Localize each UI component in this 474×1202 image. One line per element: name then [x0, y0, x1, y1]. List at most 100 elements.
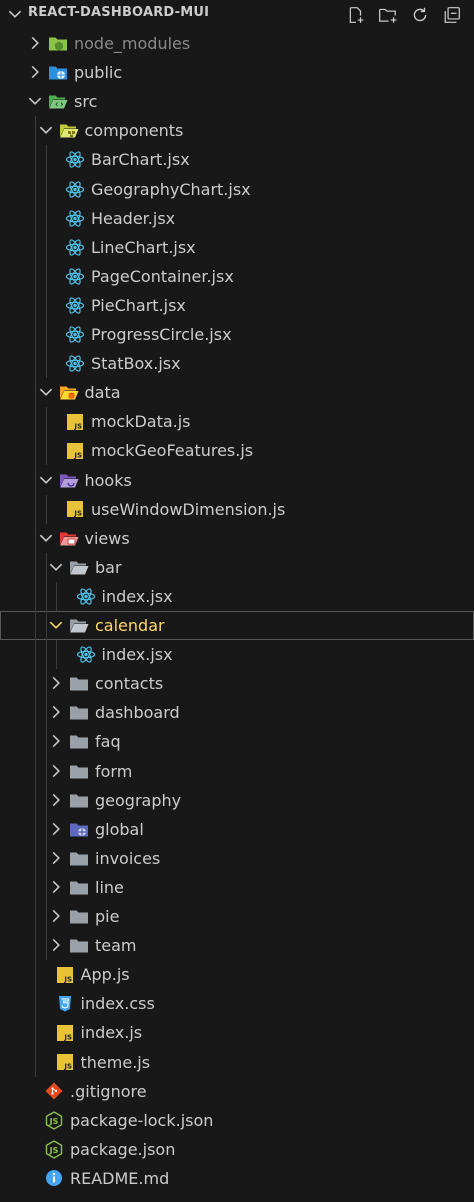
chevron-down-icon[interactable] — [37, 383, 55, 401]
explorer-title: REACT-DASHBOARD-MUI — [28, 5, 210, 20]
tree-item-label: mockGeoFeatures.js — [91, 441, 254, 461]
tree-file-mockgeofeatures-js[interactable]: JS mockGeoFeatures.js — [0, 436, 474, 465]
tree-file-index-css[interactable]: index.css — [0, 989, 474, 1018]
chevron-right-icon[interactable] — [26, 63, 44, 81]
indent-guide — [45, 494, 47, 524]
refresh-icon[interactable] — [408, 4, 432, 26]
javascript-icon: JS — [55, 965, 75, 984]
chevron-right-icon[interactable] — [47, 762, 65, 780]
chevron-right-icon[interactable] — [47, 907, 65, 925]
tree-folder-node-modules[interactable]: node_modules — [0, 29, 474, 58]
file-explorer: REACT-DASHBOARD-MUI node_modulespublic sr… — [0, 0, 474, 1202]
chevron-right-icon[interactable] — [47, 791, 65, 809]
tree-file-package-lock-json[interactable]: JS package-lock.json — [0, 1106, 474, 1135]
tree-folder-pie[interactable]: pie — [0, 902, 474, 931]
tree-folder-src[interactable]: src — [0, 87, 474, 116]
tree-file-index-jsx[interactable]: index.jsx — [0, 582, 474, 611]
tree-item-label: data — [84, 383, 121, 403]
chevron-down-icon[interactable] — [37, 471, 55, 489]
chevron-right-icon[interactable] — [47, 849, 65, 867]
tree-folder-global[interactable]: global — [0, 815, 474, 844]
folder-icon — [69, 732, 89, 751]
tree-file-header-jsx[interactable]: Header.jsx — [0, 204, 474, 233]
tree-item-label: components — [84, 121, 184, 141]
chevron-right-icon[interactable] — [47, 820, 65, 838]
react-icon — [76, 645, 96, 664]
tree-folder-contacts[interactable]: contacts — [0, 669, 474, 698]
chevron-right-icon[interactable] — [47, 703, 65, 721]
tree-file-piechart-jsx[interactable]: PieChart.jsx — [0, 291, 474, 320]
tree-file-theme-js[interactable]: JS theme.js — [0, 1048, 474, 1077]
tree-file-linechart-jsx[interactable]: LineChart.jsx — [0, 233, 474, 262]
tree-folder-views[interactable]: views — [0, 524, 474, 553]
tree-item-label: index.css — [80, 994, 155, 1014]
folder-open-icon — [69, 616, 89, 635]
tree-folder-line[interactable]: line — [0, 873, 474, 902]
collapse-all-icon[interactable] — [440, 4, 464, 26]
chevron-right-icon[interactable] — [47, 674, 65, 692]
tree-folder-hooks[interactable]: hooks — [0, 466, 474, 495]
chevron-down-icon[interactable] — [47, 616, 65, 634]
chevron-down-icon[interactable] — [37, 529, 55, 547]
tree-file-usewindowdimension-js[interactable]: JS useWindowDimension.js — [0, 495, 474, 524]
tree-item-label: views — [84, 528, 130, 548]
tree-file-readme-md[interactable]: README.md — [0, 1164, 474, 1193]
tree-file-progresscircle-jsx[interactable]: ProgressCircle.jsx — [0, 320, 474, 349]
indent-guide — [45, 407, 47, 466]
chevron-down-icon[interactable] — [37, 121, 55, 139]
tree-folder-calendar[interactable]: calendar — [0, 611, 474, 641]
tree-file-pagecontainer-jsx[interactable]: PageContainer.jsx — [0, 262, 474, 291]
tree-item-label: ProgressCircle.jsx — [91, 325, 232, 344]
tree-file-geographychart-jsx[interactable]: GeographyChart.jsx — [0, 175, 474, 204]
new-file-icon[interactable] — [344, 4, 368, 26]
tree-file-mockdata-js[interactable]: JS mockData.js — [0, 407, 474, 436]
chevron-right-icon[interactable] — [26, 34, 44, 52]
tree-folder-team[interactable]: team — [0, 931, 474, 960]
tree-file-index-jsx[interactable]: index.jsx — [0, 640, 474, 669]
tree-folder-invoices[interactable]: invoices — [0, 844, 474, 873]
chevron-down-icon[interactable] — [26, 92, 44, 110]
explorer-actions — [344, 4, 464, 26]
nodejs-icon: JS — [44, 1110, 64, 1130]
node-modules-folder-icon — [48, 34, 68, 53]
tree-item-label: faq — [95, 732, 121, 752]
javascript-icon: JS — [65, 441, 85, 460]
tree-item-label: node_modules — [74, 34, 191, 53]
tree-item-label: App.js — [80, 965, 130, 985]
nodejs-icon: JS — [44, 1139, 64, 1159]
tree-folder-data[interactable]: data — [0, 378, 474, 407]
svg-text:JS: JS — [49, 1146, 59, 1155]
tree-file-package-json[interactable]: JS package.json — [0, 1135, 474, 1164]
folder-icon — [69, 674, 89, 693]
new-folder-icon[interactable] — [376, 4, 400, 26]
tree-item-label: public — [74, 63, 123, 83]
tree-file-index-js[interactable]: JS index.js — [0, 1018, 474, 1047]
tree-folder-public[interactable]: public — [0, 58, 474, 87]
tree-folder-bar[interactable]: bar — [0, 553, 474, 582]
tree-folder-faq[interactable]: faq — [0, 727, 474, 756]
tree-folder-form[interactable]: form — [0, 757, 474, 786]
tree-file-barchart-jsx[interactable]: BarChart.jsx — [0, 145, 474, 174]
chevron-right-icon[interactable] — [47, 878, 65, 896]
tree-file-statbox-jsx[interactable]: StatBox.jsx — [0, 349, 474, 378]
tree-folder-components[interactable]: components — [0, 116, 474, 145]
tree-file-gitignore[interactable]: .gitignore — [0, 1077, 474, 1106]
folder-icon — [69, 936, 89, 955]
javascript-icon: JS — [55, 1023, 75, 1042]
chevron-down-icon[interactable] — [6, 5, 24, 23]
react-icon — [65, 354, 85, 373]
javascript-icon: JS — [65, 500, 85, 519]
chevron-right-icon[interactable] — [47, 732, 65, 750]
chevron-right-icon[interactable] — [47, 936, 65, 954]
folder-icon — [69, 791, 89, 810]
react-icon — [76, 587, 96, 606]
svg-text:JS: JS — [73, 451, 82, 459]
tree-item-label: calendar — [95, 616, 165, 635]
tree-item-label: LineChart.jsx — [91, 237, 196, 257]
tree-item-label: README.md — [70, 1168, 170, 1188]
tree-file-app-js[interactable]: JS App.js — [0, 960, 474, 989]
tree-folder-geography[interactable]: geography — [0, 786, 474, 815]
indent-guide — [45, 552, 47, 961]
chevron-down-icon[interactable] — [47, 558, 65, 576]
tree-folder-dashboard[interactable]: dashboard — [0, 698, 474, 727]
